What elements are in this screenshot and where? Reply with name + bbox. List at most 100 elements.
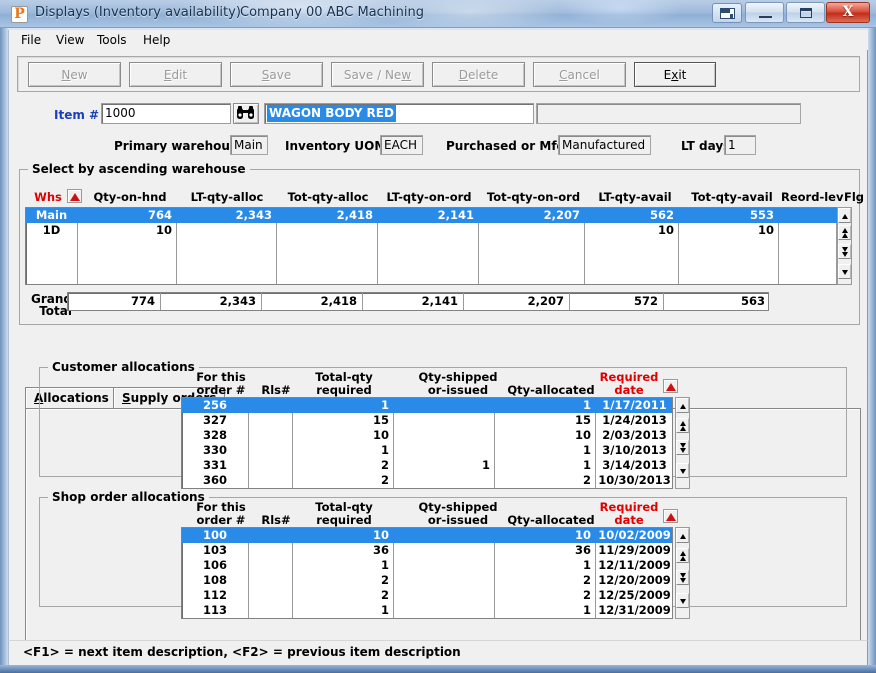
scroll-page-up-button[interactable] xyxy=(838,225,851,240)
item-description-secondary-field[interactable] xyxy=(536,103,801,124)
table-row[interactable]: 328 10 10 2/03/2013 xyxy=(182,428,672,443)
delete-button[interactable]: Delete xyxy=(432,62,525,87)
col-tot-qty-on-ord[interactable]: Tot-qty-on-ord xyxy=(481,190,586,204)
table-row[interactable]: 112 2 2 12/25/2009 xyxy=(182,588,672,603)
soa-col-rls[interactable]: Rls# xyxy=(255,513,297,527)
cell-lt-qty-alloc xyxy=(176,223,276,238)
cell-lt-qty-on-ord: 2,141 xyxy=(437,208,474,222)
col-reord-lev[interactable]: Reord-lev xyxy=(781,190,843,204)
ca-cell-required-date: 1/17/2011 xyxy=(602,398,667,412)
warehouse-grid-scrollbar[interactable] xyxy=(837,207,852,285)
table-row[interactable]: 256 1 1 1/17/2011 xyxy=(182,398,672,413)
shop-order-allocations-grid[interactable]: 100 10 10 10/02/2009 103 36 36 11/29/200… xyxy=(181,527,673,619)
grand-total-label-line2: Total xyxy=(39,304,72,318)
soa-cell-qty-shipped xyxy=(393,573,494,588)
scroll-page-up-button[interactable] xyxy=(676,548,689,563)
scroll-down-button[interactable] xyxy=(676,463,689,478)
app-p-icon: P xyxy=(11,6,28,23)
shop-order-allocations-caption: Shop order allocations xyxy=(48,490,209,504)
scroll-up-button[interactable] xyxy=(676,398,689,413)
soa-col-qty-allocated[interactable]: Qty-allocated xyxy=(496,513,606,527)
maximize-button[interactable] xyxy=(786,2,825,23)
ca-cell-qty-allocated: 15 xyxy=(574,413,591,427)
ca-col-order-l1: For this xyxy=(196,370,246,384)
scroll-down-button[interactable] xyxy=(838,264,851,279)
table-row[interactable]: 1D 10 10 10 xyxy=(26,223,842,238)
customer-allocations-caption: Customer allocations xyxy=(48,360,199,374)
soa-required-date-sort-icon[interactable] xyxy=(663,509,678,523)
soa-col-qty-shipped-l1: Qty-shipped xyxy=(418,500,498,514)
table-row[interactable]: 113 1 1 12/31/2009 xyxy=(182,603,672,618)
edit-button[interactable]: Edit xyxy=(129,62,222,87)
menu-item-view[interactable]: View xyxy=(50,32,90,49)
table-row[interactable]: 360 2 2 10/30/2013 xyxy=(182,473,672,488)
minimize-button[interactable] xyxy=(745,2,784,23)
scroll-up-button[interactable] xyxy=(838,208,851,223)
col-tot-qty-avail[interactable]: Tot-qty-avail xyxy=(684,190,780,204)
cell-qty-on-hnd: 10 xyxy=(155,223,172,237)
action-toolbar: NNewew Edit Save Save / New Delete Cance… xyxy=(17,56,860,92)
col-qty-on-hnd[interactable]: Qty-on-hnd xyxy=(87,190,173,204)
soa-cell-qty-shipped xyxy=(393,588,494,603)
window-company-label: Company 00 ABC Machining xyxy=(240,5,424,20)
scroll-page-down-button[interactable] xyxy=(838,244,851,259)
menu-item-file[interactable]: File xyxy=(15,32,47,49)
shop-order-allocations-scrollbar[interactable] xyxy=(675,527,690,619)
menu-bar: File View Tools Help xyxy=(8,30,868,50)
customer-allocations-grid[interactable]: 256 1 1 1/17/2011 327 15 15 1/24/2013 32… xyxy=(181,397,673,489)
restore-group-icon[interactable] xyxy=(712,3,742,23)
ca-col-order-l2[interactable]: order # xyxy=(186,383,256,397)
close-button[interactable]: X xyxy=(826,2,870,23)
binoculars-icon[interactable] xyxy=(233,103,259,124)
table-row[interactable]: 331 2 1 1 3/14/2013 xyxy=(182,458,672,473)
soa-cell-order: 112 xyxy=(202,588,227,602)
ca-col-required-l2[interactable]: date xyxy=(597,383,661,397)
cell-lt-qty-on-ord xyxy=(377,223,478,238)
table-row[interactable]: 108 2 2 12/20/2009 xyxy=(182,573,672,588)
soa-col-required-l2[interactable]: date xyxy=(597,513,661,527)
grand-total-tot-qty-alloc: 2,418 xyxy=(320,294,357,308)
col-lt-qty-on-ord[interactable]: LT-qty-on-ord xyxy=(380,190,478,204)
table-row[interactable]: 100 10 10 10/02/2009 xyxy=(182,528,672,543)
save-new-button[interactable]: Save / New xyxy=(331,62,424,87)
scroll-page-down-button[interactable] xyxy=(676,440,689,455)
soa-col-order-l2[interactable]: order # xyxy=(186,513,256,527)
window-bottom-border xyxy=(0,665,876,673)
table-row[interactable]: 106 1 1 12/11/2009 xyxy=(182,558,672,573)
ca-required-date-sort-icon[interactable] xyxy=(663,379,678,393)
col-lt-qty-avail[interactable]: LT-qty-avail xyxy=(589,190,681,204)
col-whs[interactable]: Whs xyxy=(31,190,65,204)
scroll-up-button[interactable] xyxy=(676,528,689,543)
item-description-field[interactable]: WAGON BODY RED xyxy=(264,103,534,124)
table-row[interactable]: 327 15 15 1/24/2013 xyxy=(182,413,672,428)
soa-col-total-qty-l2[interactable]: required xyxy=(304,513,384,527)
ca-col-rls[interactable]: Rls# xyxy=(255,383,297,397)
col-tot-qty-alloc[interactable]: Tot-qty-alloc xyxy=(279,190,377,204)
table-row[interactable]: Main 764 2,343 2,418 2,141 2,207 562 553 xyxy=(26,208,842,223)
scroll-page-up-button[interactable] xyxy=(676,418,689,433)
cancel-button[interactable]: Cancel xyxy=(533,62,626,87)
ca-col-total-qty-l2[interactable]: required xyxy=(304,383,384,397)
save-button[interactable]: Save xyxy=(230,62,323,87)
ca-col-qty-allocated[interactable]: Qty-allocated xyxy=(496,383,606,397)
col-flg[interactable]: Flg xyxy=(843,190,865,204)
table-row[interactable]: 103 36 36 11/29/2009 xyxy=(182,543,672,558)
scroll-page-down-button[interactable] xyxy=(676,570,689,585)
customer-allocations-scrollbar[interactable] xyxy=(675,397,690,489)
col-lt-qty-alloc[interactable]: LT-qty-alloc xyxy=(179,190,275,204)
new-button[interactable]: NNewew xyxy=(28,62,121,87)
ca-cell-qty-allocated: 10 xyxy=(574,428,591,442)
table-row[interactable]: 330 1 1 3/10/2013 xyxy=(182,443,672,458)
menu-item-help[interactable]: Help xyxy=(137,32,176,49)
scroll-down-button[interactable] xyxy=(676,593,689,608)
exit-button[interactable]: Exit xyxy=(634,62,716,87)
ca-cell-qty-allocated: 1 xyxy=(582,398,591,412)
item-number-input[interactable]: 1000 xyxy=(101,103,231,124)
ca-col-total-qty-l1: Total-qty xyxy=(315,370,373,384)
soa-cell-rls xyxy=(248,573,292,588)
ca-cell-order: 360 xyxy=(202,473,227,487)
whs-sort-ascending-icon[interactable] xyxy=(67,189,82,203)
menu-item-tools[interactable]: Tools xyxy=(91,32,133,49)
soa-cell-required-date: 11/29/2009 xyxy=(598,543,671,557)
warehouse-grid[interactable]: Main 764 2,343 2,418 2,141 2,207 562 553… xyxy=(25,207,843,285)
